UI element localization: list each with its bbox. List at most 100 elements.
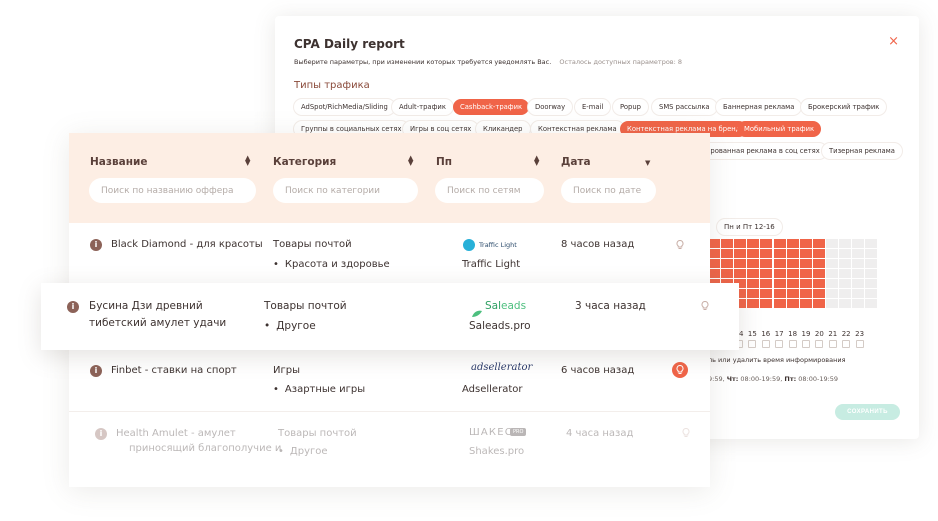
schedule-cell[interactable] bbox=[865, 249, 878, 258]
schedule-cell[interactable] bbox=[812, 249, 825, 258]
traffic-chip[interactable]: Мобильный трафик bbox=[737, 121, 822, 137]
name-search-input[interactable] bbox=[89, 178, 256, 203]
info-icon[interactable]: i bbox=[67, 301, 79, 313]
schedule-cell[interactable] bbox=[852, 279, 865, 288]
schedule-cell[interactable] bbox=[747, 259, 760, 268]
schedule-cell[interactable] bbox=[812, 269, 825, 278]
schedule-cell[interactable] bbox=[825, 269, 838, 278]
hour-checkbox[interactable] bbox=[761, 340, 770, 348]
table-row[interactable]: i Finbet - ставки на спорт Игры Азартные… bbox=[69, 350, 710, 410]
schedule-cell[interactable] bbox=[786, 239, 799, 248]
schedule-cell[interactable] bbox=[721, 239, 734, 248]
info-icon[interactable]: i bbox=[95, 428, 107, 440]
category-search-input[interactable] bbox=[273, 178, 418, 203]
traffic-chip[interactable]: Adult-трафик bbox=[392, 99, 453, 115]
schedule-cell[interactable] bbox=[747, 279, 760, 288]
lightbulb-icon[interactable] bbox=[672, 237, 688, 253]
schedule-cell[interactable] bbox=[852, 259, 865, 268]
day-range-chip[interactable]: Пн и Пт 12-16 bbox=[717, 219, 782, 235]
traffic-chip[interactable]: Doorway bbox=[528, 99, 573, 115]
schedule-cell[interactable] bbox=[839, 259, 852, 268]
schedule-cell[interactable] bbox=[747, 239, 760, 248]
lightbulb-icon[interactable] bbox=[678, 425, 694, 441]
schedule-cell[interactable] bbox=[825, 259, 838, 268]
traffic-chip[interactable]: AdSpot/RichMedia/Sliding bbox=[294, 99, 395, 115]
schedule-cell[interactable] bbox=[812, 279, 825, 288]
info-icon[interactable]: i bbox=[90, 239, 102, 251]
traffic-chip[interactable]: Cashback-трафик bbox=[453, 99, 530, 115]
traffic-chip[interactable]: SMS рассылка bbox=[652, 99, 717, 115]
schedule-cell[interactable] bbox=[799, 259, 812, 268]
hour-checkbox[interactable] bbox=[788, 340, 797, 348]
schedule-cell[interactable] bbox=[773, 299, 786, 308]
schedule-cell[interactable] bbox=[721, 249, 734, 258]
hour-checkbox[interactable] bbox=[842, 340, 851, 348]
sort-updown-icon[interactable]: ▲ ▼ bbox=[408, 155, 413, 167]
table-row-highlighted[interactable]: i Бусина Дзи древний тибетский амулет уд… bbox=[41, 283, 739, 350]
schedule-cell[interactable] bbox=[786, 269, 799, 278]
schedule-cell[interactable] bbox=[799, 269, 812, 278]
schedule-cell[interactable] bbox=[825, 299, 838, 308]
traffic-chip[interactable]: ированная реклама в соц сетях bbox=[699, 143, 827, 159]
schedule-cell[interactable] bbox=[839, 279, 852, 288]
schedule-cell[interactable] bbox=[825, 239, 838, 248]
schedule-cell[interactable] bbox=[760, 289, 773, 298]
schedule-cell[interactable] bbox=[865, 279, 878, 288]
schedule-cell[interactable] bbox=[865, 299, 878, 308]
info-icon[interactable]: i bbox=[90, 365, 102, 377]
schedule-cell[interactable] bbox=[839, 289, 852, 298]
sort-updown-icon[interactable]: ▲ ▼ bbox=[245, 155, 250, 167]
schedule-cell[interactable] bbox=[760, 269, 773, 278]
schedule-cell[interactable] bbox=[760, 259, 773, 268]
schedule-cell[interactable] bbox=[839, 239, 852, 248]
schedule-cell[interactable] bbox=[825, 249, 838, 258]
traffic-chip[interactable]: E-mail bbox=[575, 99, 611, 115]
schedule-cell[interactable] bbox=[812, 259, 825, 268]
schedule-cell[interactable] bbox=[799, 299, 812, 308]
traffic-chip[interactable]: Popup bbox=[613, 99, 648, 115]
schedule-cell[interactable] bbox=[799, 279, 812, 288]
schedule-cell[interactable] bbox=[865, 239, 878, 248]
schedule-cell[interactable] bbox=[747, 299, 760, 308]
schedule-cell[interactable] bbox=[747, 249, 760, 258]
column-date-header[interactable]: Дата bbox=[561, 156, 591, 168]
schedule-cell[interactable] bbox=[760, 279, 773, 288]
schedule-cell[interactable] bbox=[825, 279, 838, 288]
schedule-cell[interactable] bbox=[773, 259, 786, 268]
save-button[interactable]: СОХРАНИТЬ bbox=[835, 404, 900, 420]
schedule-cell[interactable] bbox=[721, 269, 734, 278]
schedule-cell[interactable] bbox=[734, 259, 747, 268]
table-row[interactable]: i Health Amulet - амулет приносящий благ… bbox=[69, 416, 710, 476]
schedule-cell[interactable] bbox=[799, 239, 812, 248]
schedule-cell[interactable] bbox=[773, 279, 786, 288]
schedule-cell[interactable] bbox=[839, 269, 852, 278]
hour-checkbox[interactable] bbox=[815, 340, 824, 348]
schedule-cell[interactable] bbox=[865, 269, 878, 278]
hour-checkbox[interactable] bbox=[775, 340, 784, 348]
schedule-cell[interactable] bbox=[799, 289, 812, 298]
sort-updown-icon[interactable]: ▲ ▼ bbox=[534, 155, 539, 167]
schedule-cell[interactable] bbox=[760, 299, 773, 308]
schedule-cell[interactable] bbox=[812, 239, 825, 248]
traffic-chip[interactable]: Тизерная реклама bbox=[822, 143, 902, 159]
traffic-chip[interactable]: Брокерский трафик bbox=[801, 99, 887, 115]
schedule-cell[interactable] bbox=[852, 269, 865, 278]
network-search-input[interactable] bbox=[435, 178, 544, 203]
schedule-cell[interactable] bbox=[852, 299, 865, 308]
date-search-input[interactable] bbox=[561, 178, 656, 203]
schedule-cell[interactable] bbox=[747, 269, 760, 278]
schedule-cell[interactable] bbox=[839, 299, 852, 308]
close-icon[interactable]: × bbox=[888, 34, 899, 49]
schedule-cell[interactable] bbox=[786, 279, 799, 288]
schedule-cell[interactable] bbox=[799, 249, 812, 258]
hour-checkbox[interactable] bbox=[828, 340, 837, 348]
hour-checkbox[interactable] bbox=[802, 340, 810, 348]
schedule-cell[interactable] bbox=[760, 239, 773, 248]
schedule-cell[interactable] bbox=[747, 289, 760, 298]
schedule-cell[interactable] bbox=[786, 249, 799, 258]
schedule-cell[interactable] bbox=[839, 249, 852, 258]
table-row[interactable]: i Black Diamond - для красоты Товары поч… bbox=[69, 223, 710, 283]
sort-down-icon[interactable]: ▼ bbox=[645, 159, 650, 167]
schedule-cell[interactable] bbox=[773, 269, 786, 278]
schedule-cell[interactable] bbox=[721, 259, 734, 268]
